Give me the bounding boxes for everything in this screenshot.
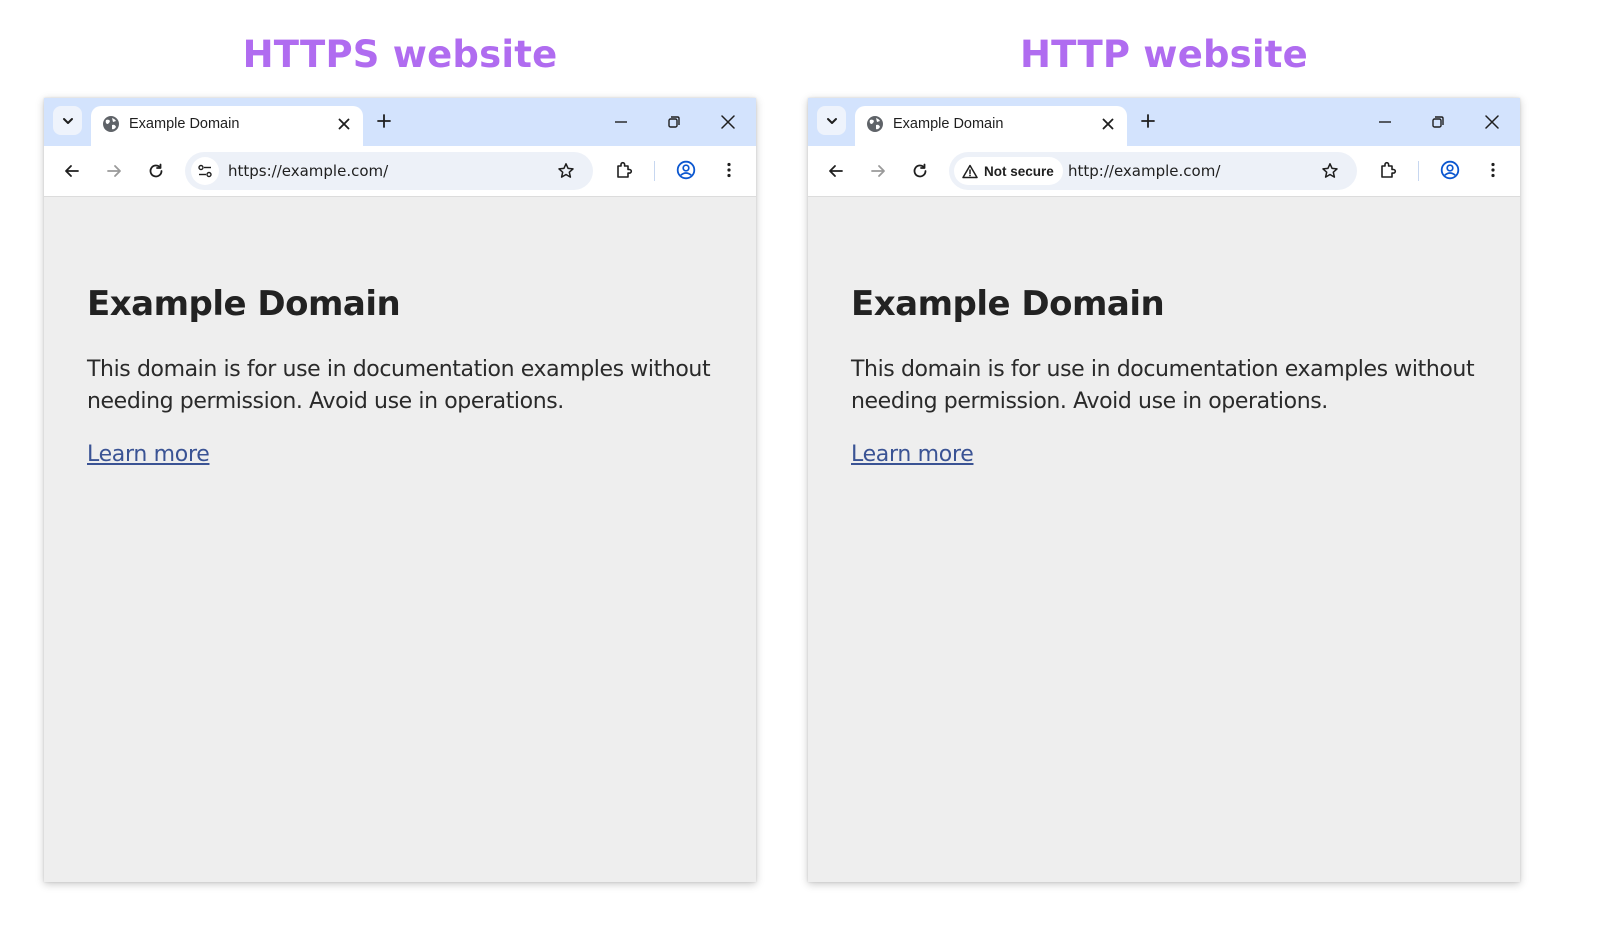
tune-icon [198, 164, 212, 178]
more-vert-icon[interactable] [719, 160, 739, 180]
star-icon[interactable] [557, 162, 575, 180]
globe-icon [867, 116, 883, 132]
tab-strip: Example Domain [44, 98, 756, 146]
close-icon[interactable] [1484, 114, 1500, 130]
learn-more-link[interactable]: Learn more [851, 442, 974, 467]
arrow-right-icon[interactable] [104, 161, 124, 181]
restore-icon[interactable] [1430, 114, 1446, 130]
close-icon[interactable] [337, 117, 351, 131]
close-icon[interactable] [1101, 117, 1115, 131]
url-text[interactable]: https://example.com/ [228, 162, 388, 180]
page-description: This domain is for use in documentation … [87, 357, 711, 414]
tab-example-domain[interactable]: Example Domain [91, 106, 363, 146]
restore-icon[interactable] [666, 114, 682, 130]
puzzle-icon[interactable] [614, 160, 634, 180]
arrow-left-icon[interactable] [826, 161, 846, 181]
plus-icon[interactable] [376, 113, 392, 129]
not-secure-label: Not secure [984, 163, 1054, 179]
address-bar[interactable]: https://example.com/ [185, 152, 593, 190]
site-info-button[interactable] [191, 157, 219, 185]
tab-title: Example Domain [893, 116, 1004, 132]
http-browser-window: Example Domain Not secure http://example… [808, 98, 1520, 882]
https-browser-window: Example Domain https://example.com/ Exam… [44, 98, 756, 882]
browser-toolbar: https://example.com/ [44, 146, 756, 197]
minimize-icon[interactable] [1377, 114, 1393, 130]
https-website-heading: HTTPS website [242, 33, 558, 76]
learn-more-link[interactable]: Learn more [87, 442, 210, 467]
page-title: Example Domain [87, 284, 401, 324]
reload-icon[interactable] [146, 161, 166, 181]
tab-strip: Example Domain [808, 98, 1520, 146]
page-title: Example Domain [851, 284, 1165, 324]
tab-title: Example Domain [129, 116, 240, 132]
address-bar[interactable]: Not secure http://example.com/ [949, 152, 1357, 190]
warning-icon [962, 164, 978, 178]
puzzle-icon[interactable] [1378, 160, 1398, 180]
star-icon[interactable] [1321, 162, 1339, 180]
chevron-down-icon [62, 117, 73, 124]
not-secure-chip[interactable]: Not secure [954, 157, 1063, 185]
toolbar-divider [654, 161, 655, 181]
close-icon[interactable] [720, 114, 736, 130]
tab-search-button[interactable] [53, 106, 82, 135]
tab-search-button[interactable] [817, 106, 846, 135]
minimize-icon[interactable] [613, 114, 629, 130]
more-vert-icon[interactable] [1483, 160, 1503, 180]
page-content: Example Domain This domain is for use in… [851, 284, 1491, 467]
plus-icon[interactable] [1140, 113, 1156, 129]
http-website-heading: HTTP website [1020, 33, 1308, 76]
chevron-down-icon [826, 117, 837, 124]
arrow-right-icon[interactable] [868, 161, 888, 181]
profile-icon[interactable] [1440, 160, 1460, 180]
globe-icon [103, 116, 119, 132]
browser-toolbar: Not secure http://example.com/ [808, 146, 1520, 197]
page-content: Example Domain This domain is for use in… [87, 284, 727, 467]
profile-icon[interactable] [676, 160, 696, 180]
page-description: This domain is for use in documentation … [851, 357, 1475, 414]
reload-icon[interactable] [910, 161, 930, 181]
tab-example-domain[interactable]: Example Domain [855, 106, 1127, 146]
arrow-left-icon[interactable] [62, 161, 82, 181]
url-text[interactable]: http://example.com/ [1068, 162, 1220, 180]
toolbar-divider [1418, 161, 1419, 181]
